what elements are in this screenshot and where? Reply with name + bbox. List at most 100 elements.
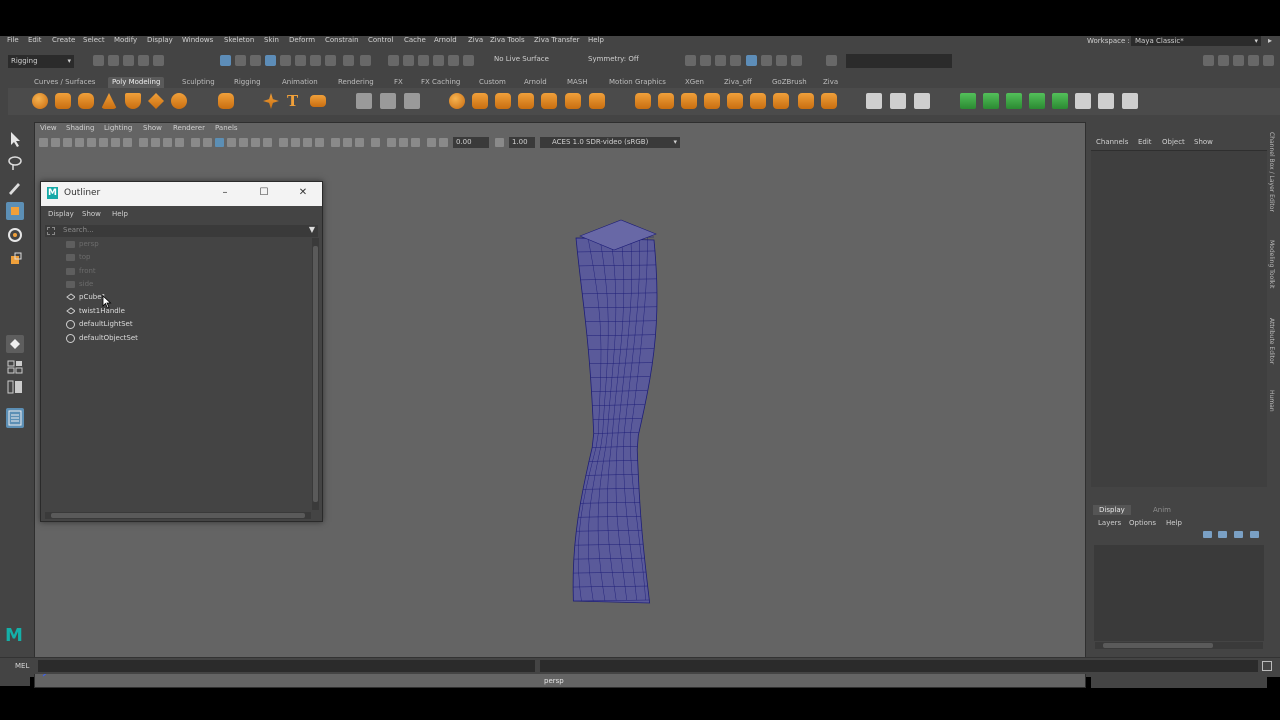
outliner-item-twist1handle[interactable]: twist1Handle [66, 305, 266, 318]
menu-constrain[interactable]: Constrain [325, 36, 359, 44]
select-component-icon[interactable] [250, 55, 261, 66]
scrollbar-thumb[interactable] [313, 246, 318, 502]
single-perspective-layout-icon[interactable] [6, 335, 24, 353]
snap-curve-icon[interactable] [403, 55, 414, 66]
bridge-icon[interactable] [495, 93, 511, 109]
ipr-render-icon[interactable] [715, 55, 726, 66]
smooth-icon[interactable] [404, 93, 420, 109]
highlight-selection-icon[interactable] [360, 55, 371, 66]
menu-cache[interactable]: Cache [404, 36, 426, 44]
menu-ziva[interactable]: Ziva [468, 36, 483, 44]
shelf-tab-curves-surfaces[interactable]: Curves / Surfaces [30, 77, 99, 88]
outliner-layout-icon[interactable] [6, 408, 24, 428]
persp-outliner-layout-icon[interactable] [6, 379, 24, 395]
menu-deform[interactable]: Deform [289, 36, 315, 44]
connect-icon[interactable] [658, 93, 674, 109]
chevron-down-icon[interactable]: ▼ [309, 225, 315, 234]
snap-point-icon[interactable] [418, 55, 429, 66]
select-loop-icon[interactable] [1075, 93, 1091, 109]
pick-mask-deformers-icon[interactable] [310, 55, 321, 66]
quad-draw-icon[interactable] [681, 93, 697, 109]
tool-settings-icon[interactable] [1248, 55, 1259, 66]
outliner-item-side[interactable]: side [66, 278, 266, 291]
pause-icon[interactable] [791, 55, 802, 66]
channel-menu-channels[interactable]: Channels [1096, 138, 1128, 146]
outliner-menu-display[interactable]: Display [48, 210, 74, 218]
outliner-item-defaultobjectset[interactable]: defaultObjectSet [66, 332, 266, 345]
select-tool-icon[interactable] [6, 130, 24, 148]
menu-skeleton[interactable]: Skeleton [224, 36, 254, 44]
four-view-layout-icon[interactable] [6, 359, 24, 375]
poly-disc-icon[interactable] [171, 93, 187, 109]
snap-view-plane-icon[interactable] [433, 55, 444, 66]
live-surface-status[interactable]: No Live Surface [494, 55, 549, 63]
move-tool-icon[interactable] [6, 202, 24, 220]
layer-horizontal-scrollbar[interactable] [1095, 642, 1263, 649]
hypershade-icon[interactable] [746, 55, 757, 66]
target-weld-icon[interactable] [635, 93, 651, 109]
layer-menu-help[interactable]: Help [1166, 519, 1182, 527]
shelf-tab-ziva-off[interactable]: Ziva_off [720, 77, 756, 88]
scrollbar-thumb[interactable] [51, 513, 305, 518]
crossed-tools-icon[interactable] [1122, 93, 1138, 109]
shelf-tab-xgen[interactable]: XGen [681, 77, 708, 88]
move-layer-down-icon[interactable] [1218, 531, 1227, 538]
lasso-tool-icon[interactable] [6, 154, 24, 172]
undo-icon[interactable] [138, 55, 149, 66]
select-ring-icon[interactable] [1098, 93, 1114, 109]
layer-tab-display[interactable]: Display [1093, 505, 1131, 515]
shelf-tab-fx-caching[interactable]: FX Caching [417, 77, 464, 88]
separate-icon[interactable] [380, 93, 396, 109]
uv-editor-icon[interactable] [866, 93, 882, 109]
type-text-icon[interactable]: T [287, 93, 303, 109]
make-live-icon[interactable] [448, 55, 459, 66]
layer-tab-anim[interactable]: Anim [1147, 505, 1177, 515]
save-scene-icon[interactable] [123, 55, 134, 66]
symmetry-status[interactable]: Symmetry: Off [588, 55, 639, 63]
input-line-mode-icon[interactable] [826, 55, 837, 66]
center-pivot-icon[interactable] [821, 93, 837, 109]
menu-ziva-transfer[interactable]: Ziva Transfer [534, 36, 580, 44]
menu-help[interactable]: Help [588, 36, 604, 44]
outliner-item-persp[interactable]: persp [66, 238, 266, 251]
planar-map-icon[interactable] [890, 93, 906, 109]
shelf-tab-fx[interactable]: FX [390, 77, 407, 88]
menu-file[interactable]: File [7, 36, 19, 44]
move-layer-up-icon[interactable] [1203, 531, 1212, 538]
menu-windows[interactable]: Windows [182, 36, 213, 44]
mel-command-input[interactable] [38, 660, 535, 672]
select-hierarchy-icon[interactable] [220, 55, 231, 66]
boolean-icon[interactable] [449, 93, 465, 109]
channel-menu-edit[interactable]: Edit [1138, 138, 1152, 146]
workspace-dropdown[interactable]: Maya Classic* ▾ [1131, 36, 1261, 46]
channel-box-icon[interactable] [1263, 55, 1274, 66]
shelf-tab-custom[interactable]: Custom [475, 77, 510, 88]
automatic-map-icon[interactable] [914, 93, 930, 109]
shelf-tab-poly-modeling[interactable]: Poly Modeling [108, 77, 165, 88]
render-settings-icon[interactable] [730, 55, 741, 66]
poly-cone-icon[interactable] [101, 93, 117, 109]
combine-icon[interactable] [356, 93, 372, 109]
platonic-solid-icon[interactable] [218, 93, 234, 109]
new-layer-from-selected-icon[interactable] [1250, 531, 1259, 538]
svg-icon[interactable] [310, 95, 326, 107]
offset-edge-loop-icon[interactable] [727, 93, 743, 109]
menu-edit[interactable]: Edit [28, 36, 42, 44]
rotate-tool-icon[interactable] [6, 226, 24, 244]
lock-selection-icon[interactable] [343, 55, 354, 66]
freeze-transform-icon[interactable] [983, 93, 999, 109]
poly-torus-icon[interactable] [148, 93, 164, 109]
outliner-item-pcube1[interactable]: pCube1 [66, 291, 266, 304]
menu-create[interactable]: Create [52, 36, 75, 44]
channel-menu-show[interactable]: Show [1194, 138, 1213, 146]
menu-control[interactable]: Control [368, 36, 393, 44]
render-current-icon[interactable] [700, 55, 711, 66]
bevel-icon[interactable] [518, 93, 534, 109]
extrude-icon[interactable] [472, 93, 488, 109]
pick-mask-curves-icon[interactable] [280, 55, 291, 66]
scrollbar-thumb[interactable] [1103, 643, 1213, 648]
shelf-tab-motion-graphics[interactable]: Motion Graphics [605, 77, 670, 88]
multi-cut-icon[interactable] [589, 93, 605, 109]
paint-select-tool-icon[interactable] [6, 178, 24, 196]
shelf-tab-arnold[interactable]: Arnold [520, 77, 551, 88]
